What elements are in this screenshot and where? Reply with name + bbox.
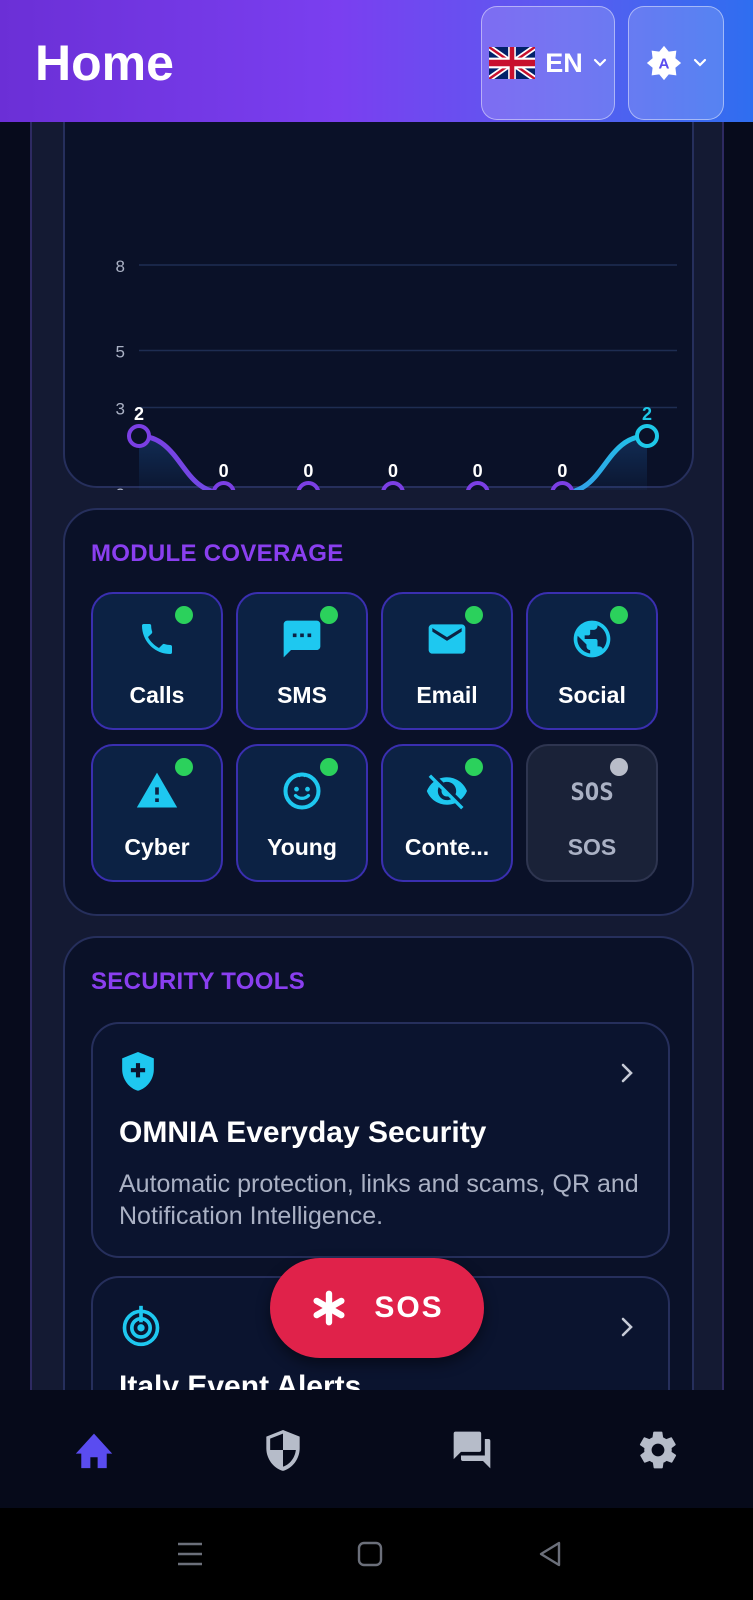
security-tools-title: SECURITY TOOLS	[91, 968, 306, 995]
chevron-down-icon	[593, 58, 606, 67]
y-tick-label: 0	[116, 485, 125, 490]
module-label: Conte...	[404, 834, 490, 860]
data-point	[466, 481, 490, 490]
theme-selector[interactable]: A	[628, 6, 724, 120]
chevron-down-icon	[693, 58, 707, 67]
recent-apps-icon[interactable]	[170, 1538, 210, 1570]
child-face-icon	[283, 772, 321, 810]
data-point	[550, 481, 574, 490]
bottom-navigation	[0, 1390, 753, 1508]
y-tick-label: 8	[116, 257, 125, 276]
language-selector[interactable]: EN	[481, 6, 615, 120]
sos-icon: SOS	[570, 778, 613, 806]
tool-title: OMNIA Everyday Security	[119, 1116, 487, 1149]
nav-chat[interactable]	[442, 1420, 502, 1480]
threat-chart-card: 03582Calls0SMS0Email0Social0Cyber0Conten…	[63, 122, 694, 490]
module-sms[interactable]: SMS	[236, 592, 368, 730]
app-header: Home EN A	[0, 0, 753, 122]
tool-description: Automatic protection, links and scams, Q…	[119, 1170, 639, 1230]
threat-line-chart: 03582Calls0SMS0Email0Social0Cyber0Conten…	[116, 257, 677, 490]
data-point	[296, 481, 320, 490]
email-icon	[428, 624, 466, 654]
chat-icon	[453, 1431, 491, 1469]
sos-button[interactable]: SOS	[270, 1258, 484, 1358]
module-social[interactable]: Social	[526, 592, 658, 730]
svg-text:A: A	[659, 56, 670, 73]
page-title: Home	[35, 35, 174, 91]
module-sos[interactable]: SOS SOS	[526, 744, 658, 882]
data-label: 0	[303, 461, 313, 481]
module-cyber[interactable]: Cyber	[91, 744, 223, 882]
phone-icon	[142, 624, 172, 654]
module-label: SOS	[567, 834, 617, 860]
nav-security[interactable]	[253, 1420, 313, 1480]
nav-settings[interactable]	[628, 1420, 688, 1480]
eye-off-icon	[426, 774, 467, 810]
home-scroll-area[interactable]: 03582Calls0SMS0Email0Social0Cyber0Conten…	[30, 122, 724, 1390]
warning-icon	[136, 772, 178, 808]
svg-text:SOS: SOS	[570, 778, 613, 806]
gear-icon	[639, 1431, 677, 1469]
data-label: 0	[473, 461, 483, 481]
module-calls[interactable]: Calls	[91, 592, 223, 730]
uk-flag-icon	[489, 47, 536, 79]
y-tick-label: 5	[116, 343, 125, 362]
shield-half-icon	[266, 1430, 300, 1471]
data-label: 0	[219, 461, 229, 481]
data-label: 0	[388, 461, 398, 481]
sms-icon	[283, 620, 321, 658]
asterisk-icon	[313, 1290, 345, 1326]
shield-plus-icon	[122, 1052, 154, 1091]
data-point	[635, 424, 659, 448]
data-label: 2	[642, 404, 652, 424]
alert-target-icon	[122, 1305, 160, 1347]
module-content[interactable]: Conte...	[381, 744, 513, 882]
y-tick-label: 3	[116, 400, 125, 419]
tool-everyday-security[interactable]: OMNIA Everyday Security Automatic protec…	[91, 1022, 670, 1258]
nav-home[interactable]	[64, 1420, 124, 1480]
module-label: Young	[267, 834, 337, 860]
back-triangle-icon[interactable]	[530, 1538, 570, 1570]
module-email[interactable]: Email	[381, 592, 513, 730]
chevron-right-icon	[621, 1317, 633, 1337]
module-label: Social	[558, 682, 626, 708]
module-label: Calls	[129, 682, 185, 708]
sos-label: SOS	[374, 1291, 444, 1324]
system-navigation-bar	[0, 1508, 753, 1600]
module-label: SMS	[277, 682, 327, 708]
module-coverage-card: MODULE COVERAGE Calls SMS Email Social C…	[63, 508, 694, 916]
module-coverage-title: MODULE COVERAGE	[91, 540, 344, 567]
home-square-icon[interactable]	[350, 1538, 390, 1570]
data-point	[381, 481, 405, 490]
data-label: 0	[557, 461, 567, 481]
tool-title: Italy Event Alerts	[119, 1370, 362, 1390]
chevron-right-icon	[621, 1063, 633, 1083]
module-label: Cyber	[124, 834, 190, 860]
globe-icon	[573, 620, 611, 658]
module-young[interactable]: Young	[236, 744, 368, 882]
data-point	[212, 481, 236, 490]
data-label: 2	[134, 404, 144, 424]
auto-theme-icon: A	[646, 45, 682, 81]
module-label: Email	[416, 682, 478, 708]
home-icon	[75, 1433, 113, 1469]
language-label: EN	[545, 47, 583, 78]
data-point	[127, 424, 151, 448]
